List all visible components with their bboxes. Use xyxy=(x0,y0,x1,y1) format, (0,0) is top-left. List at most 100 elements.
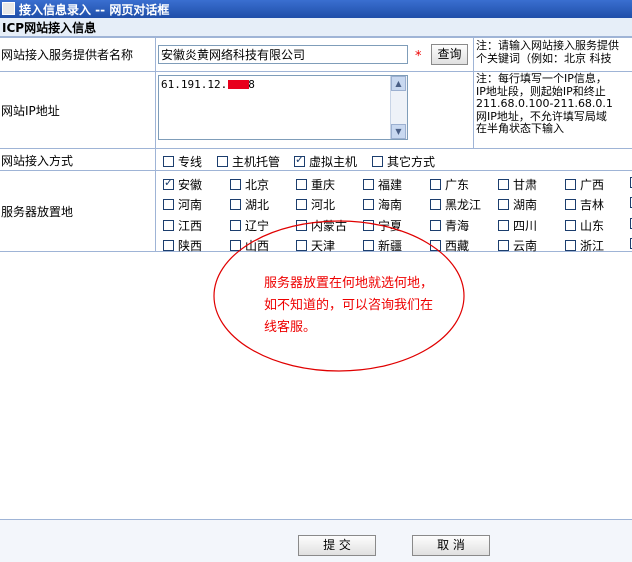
access-method-label: 网站接入方式 xyxy=(1,154,74,168)
access-option[interactable]: 专线 xyxy=(163,153,202,170)
ip-note-line: 注：每行填写一个IP信息， xyxy=(476,72,607,85)
location-option[interactable]: 浙江 xyxy=(565,237,604,254)
checkbox[interactable] xyxy=(565,179,576,190)
location-option[interactable]: 江西 xyxy=(163,217,202,234)
provider-name-input[interactable] xyxy=(158,45,408,64)
option-label: 山东 xyxy=(580,219,605,233)
checkbox[interactable] xyxy=(430,199,441,210)
location-option[interactable]: 黑龙江 xyxy=(430,196,481,213)
provider-note-line: 注：请输入网站接入服务提供 xyxy=(476,39,619,52)
ip-note-line: 在半角状态下输入 xyxy=(476,122,564,136)
provider-note-line: 个关键词（例如：北京 科技 xyxy=(476,51,612,65)
checkbox[interactable] xyxy=(498,240,509,251)
ip-note-line: 211.68.0.100-211.68.0.1 xyxy=(476,97,613,111)
provider-note: 注：请输入网站接入服务提供 个关键词（例如：北京 科技 xyxy=(473,38,632,71)
section-header: ICP网站接入信息 xyxy=(0,18,632,37)
dialog-titlebar: 接入信息录入 -- 网页对话框 xyxy=(0,0,632,18)
location-option[interactable]: 河北 xyxy=(296,196,335,213)
location-option[interactable]: 海南 xyxy=(363,196,402,213)
provider-row: 网站接入服务提供者名称 * 查询 注：请输入网站接入服务提供 个关键词（例如：北… xyxy=(0,38,632,72)
option-label: 江西 xyxy=(178,219,203,233)
location-option[interactable]: 福建 xyxy=(363,176,402,193)
location-option[interactable]: 湖北 xyxy=(230,196,269,213)
access-option[interactable]: 其它方式 xyxy=(372,153,435,170)
checkbox[interactable] xyxy=(565,220,576,231)
access-options: 专线 主机托管 虚拟主机 其它方式 xyxy=(156,149,632,170)
required-mark: * xyxy=(415,49,422,64)
option-label: 云南 xyxy=(513,239,538,253)
location-option[interactable]: 云南 xyxy=(498,237,537,254)
checkbox[interactable] xyxy=(363,199,374,210)
checkbox[interactable] xyxy=(163,156,174,167)
location-option[interactable]: 湖南 xyxy=(498,196,537,213)
ip-scrollbar[interactable]: ▲ ▼ xyxy=(390,76,407,139)
checkbox[interactable] xyxy=(565,199,576,210)
access-method-row: 网站接入方式 专线 主机托管 虚拟主机 其它方式 xyxy=(0,149,632,171)
access-option[interactable]: 主机托管 xyxy=(217,153,280,170)
checkbox[interactable] xyxy=(163,199,174,210)
cancel-button[interactable]: 取 消 xyxy=(412,535,490,556)
location-label-cell: 服务器放置地 xyxy=(0,171,156,251)
checkbox[interactable] xyxy=(363,179,374,190)
redaction-mark xyxy=(228,80,249,89)
scroll-up-icon[interactable]: ▲ xyxy=(391,76,406,91)
annotation-text: 服务器放置在何地就选何地，如不知道的，可以咨询我们在线客服。 xyxy=(264,276,434,335)
option-label: 福建 xyxy=(378,178,403,192)
checkbox[interactable] xyxy=(430,179,441,190)
location-option[interactable]: 四川 xyxy=(498,217,537,234)
location-option[interactable]: 安徽 xyxy=(163,176,202,193)
location-option[interactable]: 北京 xyxy=(230,176,269,193)
footer-bar: 提 交 取 消 xyxy=(0,519,632,562)
location-option[interactable]: 广西 xyxy=(565,176,604,193)
option-label: 浙江 xyxy=(580,239,605,253)
checkbox-checked[interactable] xyxy=(163,176,174,190)
location-option[interactable]: 陕西 xyxy=(163,237,202,254)
checkbox[interactable] xyxy=(498,179,509,190)
checkbox[interactable] xyxy=(217,156,228,167)
option-label: 海南 xyxy=(378,198,403,212)
server-location-label: 服务器放置地 xyxy=(1,205,74,219)
option-label: 河南 xyxy=(178,198,203,212)
checkbox[interactable] xyxy=(372,156,383,167)
location-option[interactable]: 吉林 xyxy=(565,196,604,213)
checkbox[interactable] xyxy=(230,199,241,210)
checkbox[interactable] xyxy=(296,179,307,190)
ip-textarea[interactable]: 61.191.12. 8 ▲ ▼ xyxy=(158,75,408,140)
ip-label: 网站IP地址 xyxy=(1,104,60,118)
section-title: ICP网站接入信息 xyxy=(2,21,97,35)
access-label-cell: 网站接入方式 xyxy=(0,149,156,170)
location-option[interactable]: 广东 xyxy=(430,176,469,193)
ip-value-tail: 8 xyxy=(248,78,255,91)
submit-button[interactable]: 提 交 xyxy=(298,535,376,556)
option-label: 北京 xyxy=(245,178,270,192)
option-label: 湖北 xyxy=(245,198,270,212)
option-label: 虚拟主机 xyxy=(309,155,358,169)
location-option[interactable]: 山东 xyxy=(565,217,604,234)
location-option[interactable]: 重庆 xyxy=(296,176,335,193)
option-label: 四川 xyxy=(513,219,538,233)
checkbox[interactable] xyxy=(163,240,174,251)
option-label: 其它方式 xyxy=(387,155,436,169)
option-label: 吉林 xyxy=(580,198,605,212)
checkbox[interactable] xyxy=(230,179,241,190)
scroll-down-icon[interactable]: ▼ xyxy=(391,124,406,139)
checkbox[interactable] xyxy=(565,240,576,251)
option-label: 安徽 xyxy=(178,178,203,192)
option-label: 湖南 xyxy=(513,198,538,212)
checkbox[interactable] xyxy=(498,220,509,231)
option-label: 河北 xyxy=(311,198,336,212)
option-label: 广西 xyxy=(580,178,605,192)
option-label: 陕西 xyxy=(178,239,203,253)
access-option[interactable]: 虚拟主机 xyxy=(294,153,357,170)
provider-label: 网站接入服务提供者名称 xyxy=(1,48,134,62)
checkbox-checked[interactable] xyxy=(294,153,305,167)
checkbox[interactable] xyxy=(296,199,307,210)
location-option[interactable]: 河南 xyxy=(163,196,202,213)
checkbox[interactable] xyxy=(163,220,174,231)
option-label: 广东 xyxy=(445,178,470,192)
query-button[interactable]: 查询 xyxy=(431,44,468,65)
location-option[interactable]: 甘肃 xyxy=(498,176,537,193)
option-label: 专线 xyxy=(178,155,203,169)
checkbox[interactable] xyxy=(498,199,509,210)
option-label: 黑龙江 xyxy=(445,198,482,212)
